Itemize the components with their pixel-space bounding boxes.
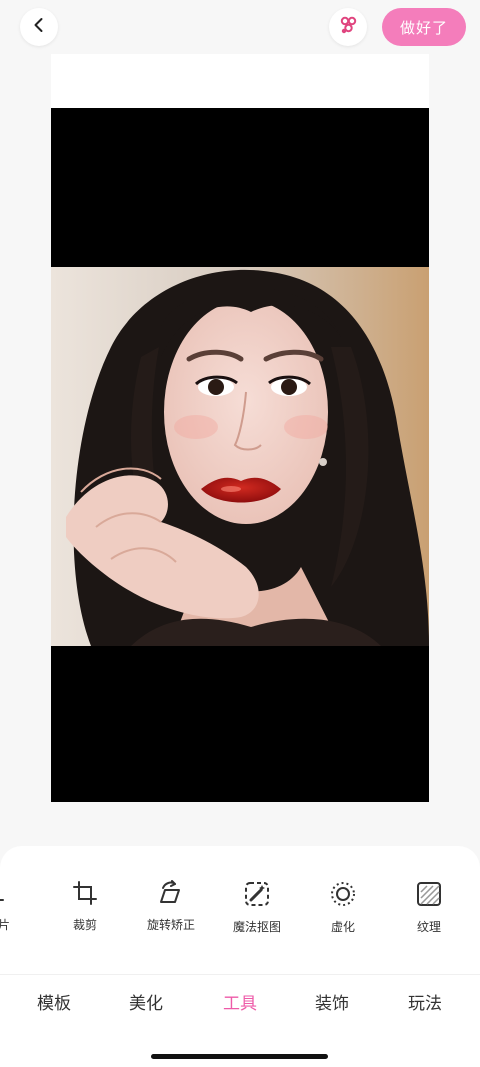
crop-icon	[72, 880, 98, 906]
photo-editor-screen: 做好了 片 裁剪 旋转矫正 魔法抠图 虚化 纹理 模板 美化 工具 装饰 玩法	[0, 0, 480, 1067]
tool-partial[interactable]: 废片	[0, 880, 33, 950]
tool-magic-cutout[interactable]: 魔法抠图	[222, 880, 292, 950]
tool-label: 裁剪	[72, 918, 97, 932]
tool-rotate[interactable]: 旋转矫正	[136, 880, 206, 950]
image-canvas[interactable]	[51, 54, 429, 802]
partial-edit-icon	[0, 880, 11, 906]
rotate-icon	[157, 880, 185, 906]
tab-decorate[interactable]: 装饰	[292, 989, 372, 1014]
compare-button[interactable]	[329, 8, 367, 46]
tool-label: 废片	[0, 918, 10, 932]
tool-label: 魔法抠图	[232, 920, 281, 934]
home-indicator	[151, 1054, 328, 1059]
tool-label: 旋转矫正	[146, 918, 195, 932]
tab-beautify[interactable]: 美化	[106, 989, 186, 1014]
divider	[0, 974, 480, 975]
chevron-left-icon	[30, 16, 48, 38]
blur-icon	[329, 880, 357, 908]
tool-list[interactable]: 废片 裁剪 旋转矫	[0, 880, 480, 950]
compare-icon	[337, 14, 359, 40]
tab-tools[interactable]: 工具	[200, 989, 280, 1014]
tool-crop[interactable]: 裁剪	[50, 880, 120, 950]
tool-texture[interactable]: 纹理	[394, 880, 464, 950]
portrait-photo	[51, 267, 429, 646]
done-button[interactable]: 做好了	[382, 8, 466, 46]
bottom-panel: 废片 裁剪 旋转矫	[0, 846, 480, 1067]
canvas-top-strip	[51, 54, 429, 108]
magic-cutout-icon	[243, 880, 271, 908]
texture-icon	[415, 880, 443, 908]
tool-label: 虚化	[330, 920, 355, 934]
back-button[interactable]	[20, 8, 58, 46]
tab-play[interactable]: 玩法	[385, 989, 465, 1014]
tab-template[interactable]: 模板	[14, 989, 94, 1014]
tool-blur[interactable]: 虚化	[308, 880, 378, 950]
tool-label: 纹理	[416, 920, 441, 934]
